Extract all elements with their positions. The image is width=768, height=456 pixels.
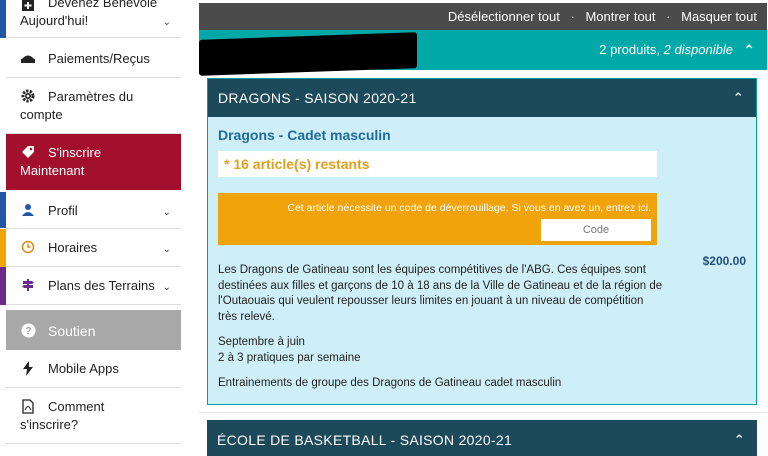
chevron-down-icon: ⌄ — [162, 282, 171, 293]
sidebar-item-register-now[interactable]: S'inscrire Maintenant — [6, 134, 181, 190]
deselect-all-link[interactable]: Désélectionner tout — [448, 9, 560, 24]
chevron-down-icon: ⌄ — [162, 244, 171, 255]
schedule-text: Septembre à juin 2 à 3 pratiques par sem… — [218, 335, 663, 366]
money-icon — [20, 50, 36, 66]
selection-toolbar: Désélectionner tout · Montrer tout · Mas… — [199, 3, 767, 30]
unlock-message: Cet article nécessite un code de déverro… — [287, 202, 651, 214]
separator: · — [666, 9, 671, 24]
sidebar-item-label: S'inscrire Maintenant — [20, 145, 102, 178]
chevron-down-icon: ⌄ — [162, 207, 171, 218]
separator: · — [570, 9, 575, 24]
remaining-items: * 16 article(s) restants — [218, 151, 657, 177]
sidebar-item-schedules[interactable]: Horaires ⌄ — [6, 229, 181, 267]
main-content: Désélectionner tout · Montrer tout · Mas… — [199, 0, 767, 456]
sidebar-item-label: Paiements/Reçus — [48, 51, 150, 66]
sidebar-item-label: Mobile Apps — [48, 361, 119, 376]
description-text: Les Dragons de Gatineau sont les équipes… — [218, 264, 663, 323]
collapse-icon[interactable]: ⌃ — [734, 420, 745, 456]
collapse-icon[interactable]: ⌃ — [743, 30, 755, 70]
product-panel-dragons: DRAGONS - SAISON 2020-21 ⌃ Dragons - Cad… — [207, 78, 757, 405]
schedule-line: Septembre à juin — [218, 336, 305, 348]
product-title[interactable]: Dragons - Cadet masculin — [218, 127, 391, 143]
redacted-region — [199, 32, 417, 76]
svg-text:?: ? — [25, 325, 32, 337]
sidebar-item-field-maps[interactable]: Plans des Terrains ⌄ — [6, 267, 181, 305]
sidebar-item-mobile-apps[interactable]: Mobile Apps — [6, 350, 181, 388]
person-icon — [20, 202, 36, 218]
product-price: $200.00 — [702, 254, 746, 268]
sidebar: Devenez Bénévole Aujourd'hui! ⌄ Paiement… — [0, 0, 183, 456]
chevron-down-icon: ⌄ — [162, 17, 171, 28]
sidebar-item-payments[interactable]: Paiements/Reçus — [6, 38, 181, 78]
sidebar-item-label: Horaires — [48, 240, 98, 255]
product-description: Les Dragons de Gatineau sont les équipes… — [218, 263, 663, 402]
panel-header[interactable]: DRAGONS - SAISON 2020-21 ⌃ — [208, 79, 756, 117]
sidebar-item-label: Plans des Terrains — [48, 278, 155, 293]
divider — [199, 412, 767, 413]
hide-all-link[interactable]: Masquer tout — [681, 9, 757, 24]
show-all-link[interactable]: Montrer tout — [585, 9, 655, 24]
sidebar-item-label: Soutien — [48, 323, 96, 339]
available-count: 2 disponible — [663, 42, 733, 57]
sidebar-item-account-settings[interactable]: Paramètres du compte — [6, 78, 181, 134]
sidebar-item-volunteer[interactable]: Devenez Bénévole Aujourd'hui! ⌄ — [6, 0, 181, 38]
panel-title: DRAGONS - SAISON 2020-21 — [218, 90, 417, 106]
clock-icon — [20, 239, 36, 255]
sidebar-item-label: Profil — [48, 203, 78, 218]
sidebar-item-label: Comment s'inscrire? — [20, 399, 105, 432]
sidebar-section-support[interactable]: ? Soutien — [6, 310, 181, 350]
bolt-icon — [20, 360, 36, 376]
unlock-code-input[interactable] — [541, 219, 651, 241]
sidebar-item-profile[interactable]: Profil ⌄ — [6, 192, 181, 229]
product-count: 2 produits, — [599, 42, 660, 57]
collapse-icon[interactable]: ⌃ — [733, 79, 744, 117]
training-text: Entrainements de groupe des Dragons de G… — [218, 377, 562, 389]
unlock-code-box: Cet article nécessite un code de déverro… — [218, 193, 657, 245]
panel-title: ÉCOLE DE BASKETBALL - SAISON 2020-21 — [217, 432, 513, 448]
sidebar-item-how-to-register[interactable]: Comment s'inscrire? — [6, 388, 181, 444]
sidebar-item-label: Paramètres du compte — [20, 89, 134, 122]
program-group-header[interactable]: 2 produits, 2 disponible ⌃ — [199, 30, 767, 76]
product-panel-basketball-school[interactable]: ÉCOLE DE BASKETBALL - SAISON 2020-21 ⌃ — [207, 420, 757, 456]
sidebar-item-label: Devenez Bénévole Aujourd'hui! — [20, 0, 158, 28]
product-summary: 2 produits, 2 disponible — [599, 30, 733, 70]
schedule-line: 2 à 3 pratiques par semaine — [218, 351, 361, 364]
signpost-icon — [20, 277, 36, 293]
question-icon: ? — [20, 322, 36, 338]
